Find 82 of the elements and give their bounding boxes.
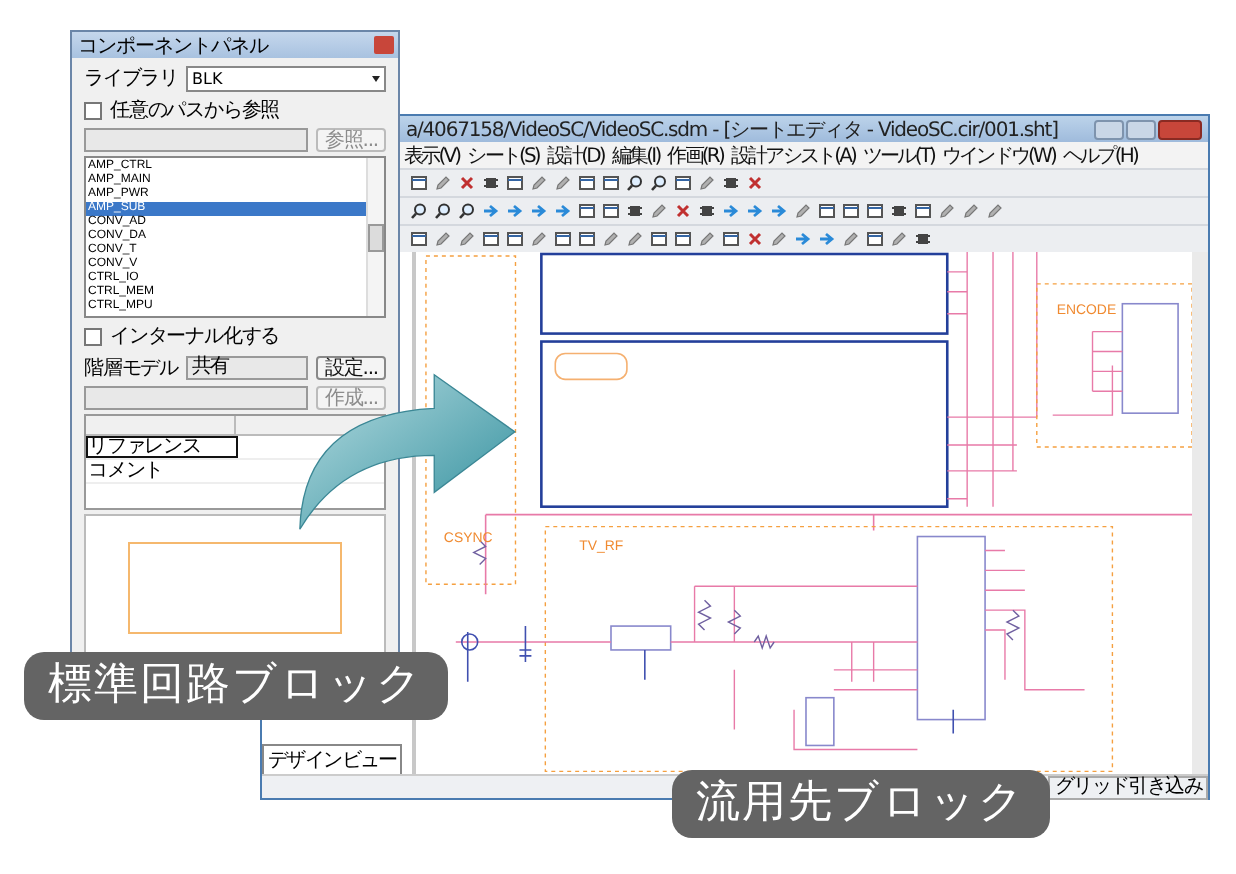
chip-icon[interactable] <box>722 174 740 192</box>
status-text: グリッド引き込み <box>1048 775 1208 799</box>
pencil-icon[interactable] <box>530 230 548 248</box>
window-icon[interactable] <box>578 230 596 248</box>
window-icon[interactable] <box>818 202 836 220</box>
pencil-icon[interactable] <box>698 230 716 248</box>
model-field[interactable]: 共有 <box>186 356 309 380</box>
menu-item[interactable]: 編集(I) <box>609 141 662 169</box>
arrow-icon[interactable] <box>770 202 788 220</box>
window-icon[interactable] <box>722 230 740 248</box>
window-icon[interactable] <box>554 230 572 248</box>
arrow-icon[interactable] <box>530 202 548 220</box>
cross-icon[interactable] <box>674 202 692 220</box>
magnifier-icon[interactable] <box>650 174 668 192</box>
menu-item[interactable]: 設計アシスト(A) <box>728 141 858 169</box>
list-scrollbar[interactable] <box>366 158 384 316</box>
window-icon[interactable] <box>866 230 884 248</box>
menu-item[interactable]: ツール(T) <box>861 141 937 169</box>
window-icon[interactable] <box>506 230 524 248</box>
menu-item[interactable]: ヘルプ(H) <box>1061 141 1139 169</box>
menu-item[interactable]: 表示(V) <box>402 141 462 169</box>
callout-label: 標準回路ブロック <box>24 652 448 720</box>
window-icon[interactable] <box>914 202 932 220</box>
window-icon[interactable] <box>506 174 524 192</box>
checkbox[interactable] <box>84 327 102 345</box>
library-label: ライブラリ <box>84 65 179 92</box>
chip-icon[interactable] <box>914 230 932 248</box>
arrow-icon[interactable] <box>506 202 524 220</box>
window-icon[interactable] <box>578 174 596 192</box>
window-icon[interactable] <box>842 202 860 220</box>
cross-icon[interactable] <box>746 230 764 248</box>
window-icon[interactable] <box>602 202 620 220</box>
window-icon[interactable] <box>650 230 668 248</box>
cross-icon[interactable] <box>746 174 764 192</box>
magnifier-icon[interactable] <box>434 202 452 220</box>
caret-icon[interactable] <box>368 70 384 86</box>
chip-icon[interactable] <box>698 202 716 220</box>
property-name-cell[interactable]: コメント <box>86 460 237 482</box>
close-button[interactable] <box>1158 119 1202 139</box>
callout-label: 流用先ブロック <box>672 770 1050 838</box>
magnifier-icon[interactable] <box>410 202 428 220</box>
arrow-icon[interactable] <box>482 202 500 220</box>
window-icon[interactable] <box>410 230 428 248</box>
window-icon[interactable] <box>578 202 596 220</box>
window-icon[interactable] <box>482 230 500 248</box>
path-field[interactable] <box>84 128 309 152</box>
magnifier-icon[interactable] <box>626 174 644 192</box>
menu-item[interactable]: 設計(D) <box>544 141 606 169</box>
arrow-icon[interactable] <box>722 202 740 220</box>
menu-item[interactable]: 作画(R) <box>665 141 725 169</box>
design-view-tab[interactable]: デザインビュー <box>262 744 403 774</box>
name-field[interactable] <box>84 386 309 410</box>
window-icon[interactable] <box>674 230 692 248</box>
menu-item[interactable]: シート(S) <box>465 141 541 169</box>
cross-icon[interactable] <box>458 174 476 192</box>
library-dropdown[interactable]: BLK <box>186 65 386 91</box>
vertical-scrollbar[interactable] <box>1192 252 1208 774</box>
window-icon[interactable] <box>410 174 428 192</box>
pencil-icon[interactable] <box>842 230 860 248</box>
chip-icon[interactable] <box>482 174 500 192</box>
chip-icon[interactable] <box>890 202 908 220</box>
arrow-icon[interactable] <box>794 230 812 248</box>
checkbox-label: 任意のパスから参照 <box>110 97 280 124</box>
window-icon[interactable] <box>602 174 620 192</box>
window-title: a/4067158/VideoSC/VideoSC.sdm - [シートエディタ - VideoSC.cir/001.sht] <box>406 117 1058 143</box>
chip-icon[interactable] <box>626 202 644 220</box>
settings-button[interactable]: 設定... <box>316 356 386 380</box>
arrow-icon[interactable] <box>818 230 836 248</box>
checkbox[interactable] <box>84 101 102 119</box>
pencil-icon[interactable] <box>890 230 908 248</box>
arrow-icon[interactable] <box>554 202 572 220</box>
pencil-icon[interactable] <box>434 174 452 192</box>
model-label: 階層モデル <box>84 355 179 382</box>
window-icon[interactable] <box>866 202 884 220</box>
window-icon[interactable] <box>674 174 692 192</box>
property-name-cell[interactable]: リファレンス <box>86 436 237 458</box>
pencil-icon[interactable] <box>698 174 716 192</box>
checkbox-label: インターナル化する <box>110 324 280 350</box>
magnifier-icon[interactable] <box>458 202 476 220</box>
arrow-icon[interactable] <box>746 202 764 220</box>
menu-item[interactable]: ウインドウ(W) <box>940 141 1058 169</box>
panel-title: コンポーネントパネル <box>78 33 268 59</box>
